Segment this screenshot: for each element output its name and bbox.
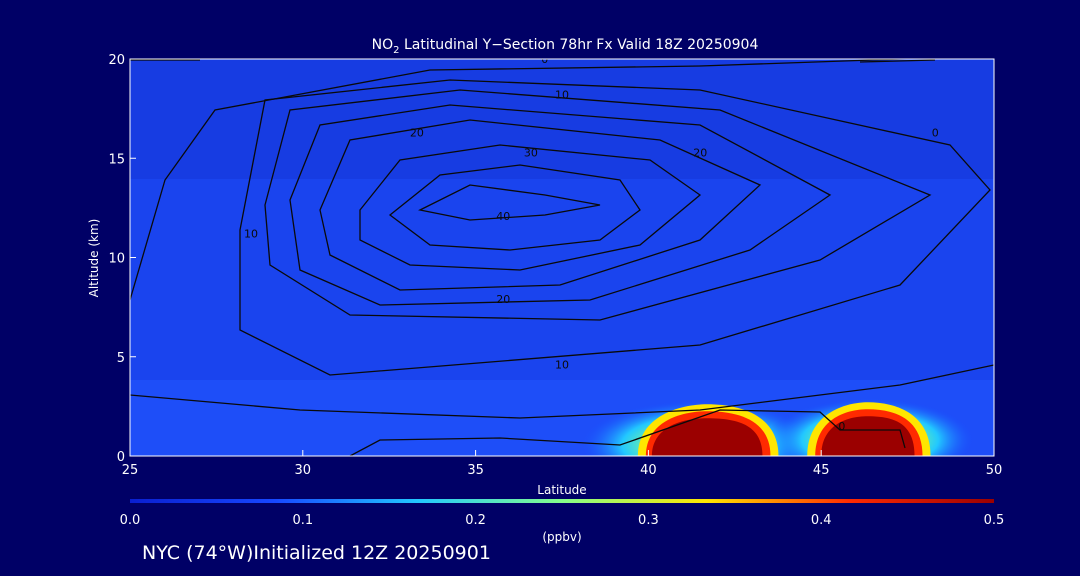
contour-label: 20 (496, 293, 510, 306)
y-tick-label: 15 (108, 152, 125, 167)
x-tick-label: 50 (986, 463, 1003, 478)
x-axis-label: Latitude (537, 483, 586, 497)
contour-label: 20 (693, 146, 707, 159)
contour-label: 40 (496, 210, 510, 223)
y-tick-label: 10 (108, 252, 125, 267)
colorbar-unit: (ppbv) (542, 530, 581, 544)
colorbar-tick-label: 0.1 (292, 513, 313, 528)
y-axis-label: Altitude (km) (87, 219, 101, 298)
contour-label: 0 (932, 126, 939, 139)
colorbar-tick-label: 0.3 (638, 513, 659, 528)
y-tick-label: 20 (108, 53, 125, 68)
footer-text: NYC (74°W)Initialized 12Z 20250901 (142, 542, 491, 564)
contour-label: 10 (555, 359, 569, 372)
plot-area: 0102030 204010201000 (130, 59, 994, 456)
colorbar: 0.0 0.1 0.2 0.3 0.4 0.5 (ppbv) (120, 499, 1005, 544)
chart-figure: NO2 Latitudinal Y−Section 78hr Fx Valid … (87, 37, 1005, 544)
x-tick-label: 30 (295, 463, 312, 478)
colorbar-strip (130, 499, 994, 503)
x-tick-label: 40 (640, 463, 657, 478)
contour-label: 10 (244, 228, 258, 241)
colorbar-tick-label: 0.4 (811, 513, 832, 528)
contour-label: 30 (524, 146, 538, 159)
field-upper-band (130, 59, 994, 179)
colorbar-tick-label: 0.0 (120, 513, 141, 528)
contour-label: 10 (555, 89, 569, 102)
colorbar-tick-label: 0.2 (465, 513, 486, 528)
contour-label: 0 (838, 420, 845, 433)
colorbar-tick-label: 0.5 (984, 513, 1005, 528)
contour-label: 20 (410, 126, 424, 139)
x-tick-label: 25 (122, 463, 139, 478)
x-tick-label: 45 (813, 463, 830, 478)
y-tick-label: 5 (117, 351, 125, 366)
x-tick-label: 35 (467, 463, 484, 478)
y-tick-label: 0 (117, 450, 125, 465)
chart-title: NO2 Latitudinal Y−Section 78hr Fx Valid … (372, 37, 759, 56)
